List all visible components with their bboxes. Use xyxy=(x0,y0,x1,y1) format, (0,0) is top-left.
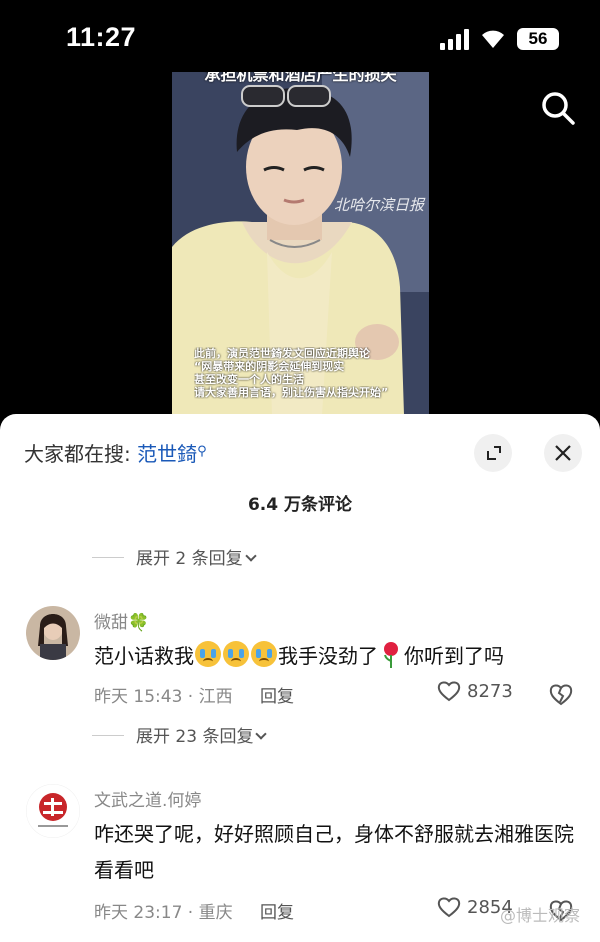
video-watermark: 北哈尔滨日报 xyxy=(334,196,425,214)
video-top-caption: 承担机票和酒店产生的损失 xyxy=(204,72,397,84)
chevron-down-icon xyxy=(255,728,268,740)
comment-count: 6.4 万条评论 xyxy=(247,495,353,515)
chevron-down-icon xyxy=(244,550,257,562)
dislike-icon[interactable] xyxy=(549,682,573,706)
comment-text-part: 我手没劲了 xyxy=(278,644,378,668)
avatar[interactable] xyxy=(26,784,80,838)
comment-text-part: 你听到了吗 xyxy=(404,644,504,668)
trending-search-keyword[interactable]: 范世錡 xyxy=(137,442,197,466)
corner-watermark: @博士观察 xyxy=(500,906,581,925)
expand-replies-label: 展开 23 条回复 xyxy=(136,727,254,747)
close-sheet-button[interactable] xyxy=(544,434,582,472)
comment-time: 昨天 23:17 · 重庆 xyxy=(94,903,233,923)
comment-meta: 昨天 23:17 · 重庆 回复 xyxy=(94,898,294,923)
rose-icon xyxy=(384,642,398,668)
expand-sheet-button[interactable] xyxy=(474,434,512,472)
trending-search-prefix: 大家都在搜: xyxy=(24,442,131,466)
reply-button[interactable]: 回复 xyxy=(260,687,294,707)
cellular-signal-icon xyxy=(440,29,470,50)
heart-icon xyxy=(437,681,461,702)
crying-emoji-icon xyxy=(251,641,277,667)
divider xyxy=(92,735,124,736)
battery-icon: 56 xyxy=(517,28,559,50)
comment-text: 范小话救我 我手没劲了 你听到了吗 xyxy=(94,638,584,674)
crying-emoji-icon xyxy=(223,641,249,667)
close-icon xyxy=(555,445,571,461)
comment-sheet: 大家都在搜: 范世錡⚲ 6.4 万条评论 展开 2 条回复 微甜🍀 范小话救我 我… xyxy=(0,414,600,942)
search-small-icon: ⚲ xyxy=(197,444,207,459)
video-caption-line: “网暴带来的阴影会延伸到现实 xyxy=(194,360,345,373)
comment-time: 昨天 15:43 · 江西 xyxy=(94,687,233,707)
wifi-icon xyxy=(482,30,504,48)
video-caption-line: 此前，演员范世錡发文回应近期舆论 xyxy=(194,347,370,360)
status-bar: 11:27 56 xyxy=(0,0,600,70)
status-time: 11:27 xyxy=(66,22,137,52)
video-player[interactable]: 承担机票和酒店产生的损失 北哈尔滨日报 此前，演员范世錡发文回应近期舆论 “网暴… xyxy=(172,72,429,415)
search-icon[interactable] xyxy=(538,88,578,128)
heart-icon xyxy=(437,897,461,918)
trending-search[interactable]: 大家都在搜: 范世錡⚲ xyxy=(24,438,207,467)
avatar[interactable] xyxy=(26,606,80,660)
video-caption-line: 甚至改变一个人的生活 xyxy=(194,373,304,386)
like-button[interactable]: 8273 xyxy=(437,680,513,702)
video-caption: 此前，演员范世錡发文回应近期舆论 “网暴带来的阴影会延伸到现实 甚至改变一个人的… xyxy=(194,347,414,399)
like-count: 8273 xyxy=(467,681,513,702)
expand-icon xyxy=(487,446,501,460)
comment-username[interactable]: 文武之道.何婷 xyxy=(94,786,201,811)
divider xyxy=(92,557,124,558)
comment-meta: 昨天 15:43 · 江西 回复 xyxy=(94,682,294,707)
reply-button[interactable]: 回复 xyxy=(260,903,294,923)
expand-replies-button[interactable]: 展开 23 条回复 xyxy=(92,722,268,747)
expand-replies-button[interactable]: 展开 2 条回复 xyxy=(92,544,257,569)
comment-text: 咋还哭了呢，好好照顾自己，身体不舒服就去湘雅医院看看吧 xyxy=(94,822,574,882)
comment-username[interactable]: 微甜🍀 xyxy=(94,608,149,633)
comment-text-part: 范小话救我 xyxy=(94,644,194,668)
video-caption-line: 请大家善用言语，别让伤害从指尖开始” xyxy=(194,386,389,399)
crying-emoji-icon xyxy=(195,641,221,667)
expand-replies-label: 展开 2 条回复 xyxy=(136,549,243,569)
